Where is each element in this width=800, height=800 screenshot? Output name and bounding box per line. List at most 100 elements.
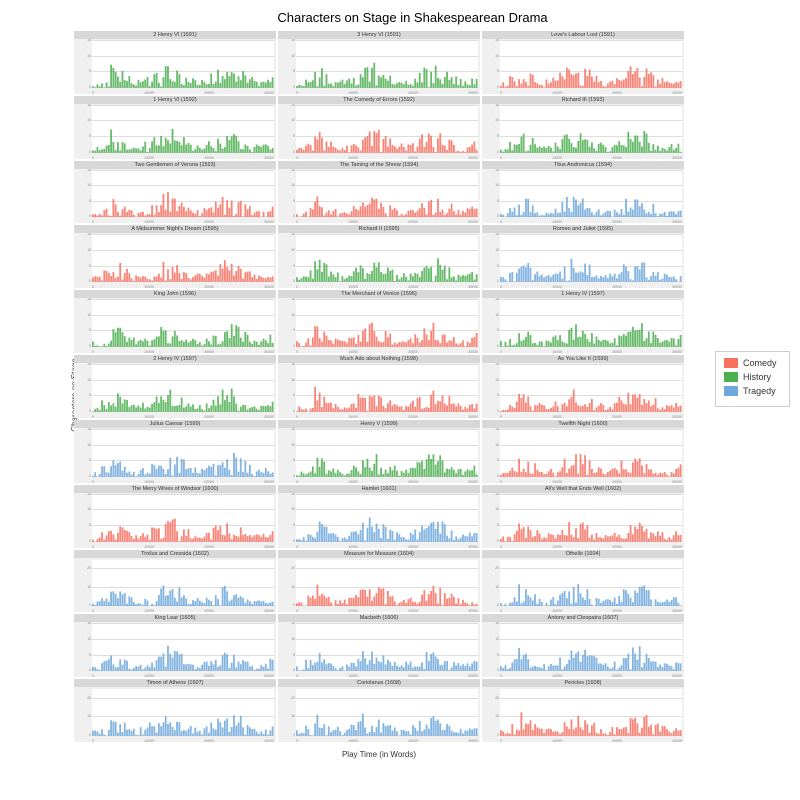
plot-content: 0510150100002000030000 [92, 300, 274, 347]
bars-svg [500, 560, 682, 607]
plot-title: Two Gentlemen of Verona (1593) [74, 161, 276, 169]
plot-cell: The Comedy of Errors (1592)0510150100002… [278, 96, 480, 159]
plot-content: 0510150100002000030000 [92, 624, 274, 671]
legend-item-tragedy: Tragedy [724, 386, 781, 396]
plot-title: Troilus and Cressida (1602) [74, 550, 276, 558]
plot-cell: Love's Labour Lost (1591)051015010000200… [482, 31, 684, 94]
plot-title: Romeo and Juliet (1595) [482, 225, 684, 233]
plot-content: 0510150100002000030000 [92, 41, 274, 88]
plot-cell: 3 Henry VI (1591) 0510150100002000030000 [278, 31, 480, 94]
plot-cell: Antony and Cleopatra (1607)0510150100002… [482, 614, 684, 677]
plot-cell: Macbeth (1606) 0510150100002000030000 [278, 614, 480, 677]
plot-title: King Lear (1605) [74, 614, 276, 622]
plot-content: 0510150100002000030000 [296, 41, 478, 88]
plot-content: 010200100002000030000 [92, 689, 274, 736]
legend-item-comedy: Comedy [724, 358, 781, 368]
plot-content: 010200100002000030000 [500, 560, 682, 607]
plot-title: 1 Henry IV (1597) [482, 290, 684, 298]
legend-label-comedy: Comedy [743, 358, 777, 368]
bars-svg [92, 365, 274, 412]
bars-svg [92, 300, 274, 347]
plot-title: As You Like It (1599) [482, 355, 684, 363]
plot-title: Macbeth (1606) [278, 614, 480, 622]
plot-content: 0510150100002000030000 [296, 300, 478, 347]
plot-content: 0510150100002000030000 [92, 430, 274, 477]
plot-cell: 2 Henry VI (1591) 0510150100002000030000 [74, 31, 276, 94]
plot-content: 010200100002000030000 [296, 560, 478, 607]
plot-cell: The Taming of the Shrew (1594)0510150100… [278, 161, 480, 224]
bars-svg [92, 624, 274, 671]
plot-title: Othello (1604) [482, 550, 684, 558]
plot-cell: A Midsummer Night's Dream (1595)05101501… [74, 225, 276, 288]
bars-svg [296, 235, 478, 282]
plot-cell: 1 Henry VI (1592) 0510150100002000030000 [74, 96, 276, 159]
plot-content: 0510150100002000030000 [92, 495, 274, 542]
plot-cell: Two Gentlemen of Verona (1593)0510150100… [74, 161, 276, 224]
plot-content: 0510150100002000030000 [296, 365, 478, 412]
plot-content: 0510150100002000030000 [296, 624, 478, 671]
bars-svg [296, 495, 478, 542]
plot-content: 0510150100002000030000 [92, 235, 274, 282]
plot-title: Hamlet (1601) [278, 485, 480, 493]
plot-cell: The Merchant of Venice (1596)05101501000… [278, 290, 480, 353]
plot-title: 1 Henry VI (1592) [74, 96, 276, 104]
bars-svg [92, 171, 274, 218]
plot-title: Measure for Measure (1604) [278, 550, 480, 558]
plot-cell: Henry V (1599)0510150100002000030000 [278, 420, 480, 483]
plot-content: 0510150100002000030000 [500, 171, 682, 218]
bars-svg [296, 689, 478, 736]
bars-svg [92, 689, 274, 736]
plot-cell: Richard II (1595)0510150100002000030000 [278, 225, 480, 288]
plot-cell: Coriolanus (1608)010200100002000030000 [278, 679, 480, 742]
legend-color-tragedy [724, 386, 738, 396]
plot-cell: Measure for Measure (1604) 01020010000200… [278, 550, 480, 613]
x-axis-label: Play Time (in Words) [74, 750, 684, 759]
plot-cell: Troilus and Cressida (1602) 0102001000020… [74, 550, 276, 613]
legend-color-history [724, 372, 738, 382]
bars-svg [500, 430, 682, 477]
main-container: Characters on Stage in Shakespearean Dra… [0, 0, 800, 800]
legend: Comedy History Tragedy [715, 351, 790, 407]
plot-cell: Titus Andronicus (1594)05101501000020000… [482, 161, 684, 224]
plot-content: 010200100002000030000 [500, 689, 682, 736]
plot-title: The Taming of the Shrew (1594) [278, 161, 480, 169]
plot-title: 3 Henry VI (1591) [278, 31, 480, 39]
bars-svg [296, 430, 478, 477]
bars-svg [500, 624, 682, 671]
bars-svg [92, 495, 274, 542]
plot-content: 0510150100002000030000 [500, 300, 682, 347]
plot-content: 0510150100002000030000 [500, 624, 682, 671]
bars-svg [296, 106, 478, 153]
plot-title: Love's Labour Lost (1591) [482, 31, 684, 39]
plot-title: Twelfth Night (1600) [482, 420, 684, 428]
plot-cell: 2 Henry IV (1597)0510150100002000030000 [74, 355, 276, 418]
plot-cell: Julius Caesar (1599)05101501000020000300… [74, 420, 276, 483]
plot-cell: King John (1596)0510150100002000030000 [74, 290, 276, 353]
bars-svg [500, 495, 682, 542]
bars-svg [92, 430, 274, 477]
plot-title: All's Well that Ends Well (1602) [482, 485, 684, 493]
bars-svg [296, 624, 478, 671]
plot-cell: Timon of Athens (1607)010200100002000030… [74, 679, 276, 742]
plot-cell: The Merry Wives of Windsor (1600)0510150… [74, 485, 276, 548]
plot-title: 2 Henry VI (1591) [74, 31, 276, 39]
legend-label-tragedy: Tragedy [743, 386, 776, 396]
plot-content: 0510150100002000030000 [296, 495, 478, 542]
bars-svg [500, 365, 682, 412]
plot-title: Henry V (1599) [278, 420, 480, 428]
plot-title: Richard III (1593) [482, 96, 684, 104]
plot-content: 010200100002000030000 [92, 560, 274, 607]
legend-label-history: History [743, 372, 771, 382]
plot-content: 0510150100002000030000 [92, 106, 274, 153]
plot-cell: Romeo and Juliet (1595) 05101501000020000… [482, 225, 684, 288]
bars-svg [500, 689, 682, 736]
plot-content: 0510150100002000030000 [500, 365, 682, 412]
bars-svg [500, 106, 682, 153]
plot-content: 0510150100002000030000 [500, 235, 682, 282]
plot-title: Much Ado about Nothing (1598) [278, 355, 480, 363]
plot-content: 0510150100002000030000 [500, 106, 682, 153]
bars-svg [500, 41, 682, 88]
plot-cell: 1 Henry IV (1597) 0510150100002000030000 [482, 290, 684, 353]
plot-cell: Othello (1604) 010200100002000030000 [482, 550, 684, 613]
chart-title: Characters on Stage in Shakespearean Dra… [30, 10, 795, 25]
